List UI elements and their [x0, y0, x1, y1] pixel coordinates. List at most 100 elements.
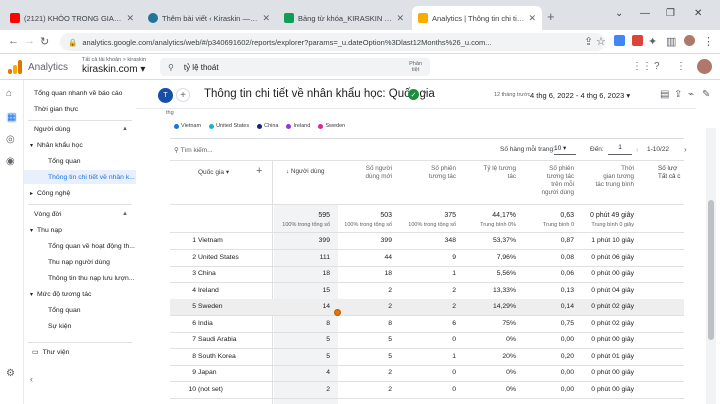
browser-tab-analytics[interactable]: Analytics | Thông tin chi tiết về n... ✕ [412, 6, 542, 30]
close-icon[interactable]: ✕ [396, 13, 404, 24]
help-icon[interactable]: ? [654, 61, 660, 72]
extension-icon[interactable] [614, 35, 625, 46]
next-page-icon[interactable]: › [684, 145, 687, 154]
goto-input[interactable]: 1 [608, 144, 632, 155]
apps-grid-icon[interactable]: ⋮⋮ [632, 61, 652, 72]
table-row[interactable]: 6 India 8 8 6 75% 0,75 0 phút 02 giây [170, 316, 684, 333]
profile-avatar[interactable] [684, 35, 695, 46]
column-header-sessions-per-user[interactable]: Số phiên tương tác trên mỗi người dùng [518, 165, 574, 197]
insights-icon[interactable]: ⌁ [688, 89, 694, 100]
reload-icon[interactable]: ↻ [40, 35, 49, 48]
column-header-engaged-sessions[interactable]: Số phiên tương tác [398, 165, 456, 181]
sidepanel-icon[interactable]: ▥ [666, 35, 676, 48]
sidebar-item-traffic-acquisition[interactable]: Thông tin thu nạp lưu lượn... [24, 271, 136, 285]
sidebar-item-user-acquisition[interactable]: Thu nạp người dùng [24, 255, 136, 269]
share-icon[interactable]: ⇪ [674, 89, 682, 100]
cell-country[interactable]: Saudi Arabia [198, 336, 288, 343]
sidebar-item-events[interactable]: Sự kiện [24, 319, 136, 333]
column-header-avg-engagement-time[interactable]: Thời gian tương tác trung bình [576, 165, 634, 189]
new-tab-button[interactable]: + [547, 9, 555, 24]
date-range-picker[interactable]: 4 thg 6, 2022 - 4 thg 6, 2023 ▾ [530, 91, 630, 100]
column-header-engagement-rate[interactable]: Tỷ lệ tương tác [458, 165, 517, 181]
table-row[interactable]: 2 United States 111 44 9 7,96% 0,08 0 phút 06 g… [170, 250, 684, 267]
reports-icon[interactable]: ▦ [6, 112, 18, 123]
close-icon[interactable]: ✕ [528, 13, 536, 24]
home-icon[interactable]: ⌂ [6, 88, 12, 99]
customize-report-icon[interactable]: ▤ [660, 89, 669, 100]
add-comparison-button[interactable]: + [176, 88, 190, 102]
add-dimension-button[interactable]: + [256, 165, 262, 177]
lock-icon[interactable]: 🔒 [68, 38, 77, 47]
cell-country[interactable]: Ireland [198, 287, 288, 294]
sidebar-item-engagement[interactable]: ▾ Mức độ tương tác [24, 287, 136, 301]
cell-country[interactable]: India [198, 320, 288, 327]
column-header-new-users[interactable]: Số người dùng mới [336, 165, 392, 181]
close-icon[interactable]: ✕ [262, 13, 270, 24]
close-icon[interactable]: ✕ [126, 13, 134, 24]
browser-tab-wordpress[interactable]: Thêm bài viết ‹ Kiraskin — WordP... ✕ [142, 6, 276, 30]
cell-country[interactable]: United States [198, 254, 288, 261]
table-row[interactable]: 8 South Korea 5 5 1 20% 0,20 0 phút 01 giây [170, 349, 684, 366]
edit-icon[interactable]: ✎ [702, 89, 710, 100]
rows-per-page-select[interactable]: 10 ▾ [554, 144, 576, 155]
sidebar-section-lifecycle[interactable]: Vòng đời ▲ [24, 207, 136, 221]
account-breadcrumb[interactable]: Tất cả tài khoản > kiraskin [82, 57, 146, 63]
table-row[interactable]: 1 Vietnam 399 399 348 53,37% 0,87 1 phút 10 giâ… [170, 233, 684, 250]
more-vert-icon[interactable]: ⋮ [676, 61, 686, 72]
table-row[interactable]: 9 Japan 4 2 0 0% 0,00 0 phút 00 giây [170, 365, 684, 382]
minimize-icon[interactable]: — [640, 8, 650, 19]
comparison-avatar[interactable]: T [158, 88, 173, 103]
maximize-icon[interactable]: ❐ [666, 8, 675, 19]
collapse-sidebar-icon[interactable]: ‹ [30, 374, 33, 384]
puzzle-icon[interactable]: ✦ [648, 35, 657, 48]
table-row[interactable]: 7 Saudi Arabia 5 5 0 0% 0,00 0 phút 00 giây [170, 332, 684, 349]
browser-tab-sheets[interactable]: Bảng từ khóa_KIRASKIN - Google... ✕ [278, 6, 410, 30]
bookmark-star-icon[interactable]: ☆ [596, 35, 606, 48]
cell-country[interactable]: South Korea [198, 353, 288, 360]
prev-page-icon[interactable]: ‹ [636, 145, 639, 154]
sidebar-item-library[interactable]: ▭ Thư viện [24, 345, 136, 359]
check-icon[interactable]: ✓ [408, 89, 419, 100]
table-row[interactable]: 4 Ireland 15 2 2 13,33% 0,13 0 phút 04 giây [170, 283, 684, 300]
browser-menu-icon[interactable]: ⋮ [703, 35, 714, 48]
advertising-icon[interactable]: ◉ [6, 156, 15, 167]
scrollbar-thumb[interactable] [708, 200, 714, 340]
sidebar-item-acquisition-overview[interactable]: Tổng quan về hoạt động th... [24, 239, 136, 253]
sidebar-item-tech[interactable]: ▸ Công nghệ [24, 186, 136, 200]
sidebar-section-users[interactable]: Người dùng ▲ [24, 122, 136, 136]
sidebar-item-engagement-overview[interactable]: Tổng quan [24, 303, 136, 317]
share-icon[interactable]: ⇪ [584, 35, 593, 48]
sidebar-item-overview[interactable]: Tổng quan [24, 154, 136, 168]
extension-icon[interactable] [632, 35, 643, 46]
chevron-down-icon[interactable]: ⌄ [615, 8, 623, 19]
cell-country[interactable]: Japan [198, 369, 288, 376]
cell-country[interactable]: China [198, 270, 288, 277]
property-selector[interactable]: kiraskin.com ▾ [82, 64, 145, 75]
avatar[interactable] [697, 59, 712, 74]
cell-country[interactable]: (not set) [198, 386, 288, 393]
column-header-event-count[interactable]: Số lượ Tất cả c [658, 165, 680, 181]
address-bar[interactable]: 🔒 analytics.google.com/analytics/web/#/p… [60, 33, 605, 51]
column-header-users[interactable]: ↓ Người dùng [286, 168, 324, 176]
table-row[interactable]: 3 China 18 18 1 5,56% 0,06 0 phút 00 giây [170, 266, 684, 283]
window-close-icon[interactable]: ✕ [694, 8, 702, 19]
sidebar-item-reports-snapshot[interactable]: Tổng quan nhanh về báo cáo [24, 86, 136, 100]
annotation-marker-icon[interactable] [334, 309, 341, 316]
sidebar-item-realtime[interactable]: Thời gian thực [24, 102, 136, 116]
back-icon[interactable]: ← [8, 35, 19, 47]
table-row[interactable]: 5 Sweden 14 2 2 14,29% 0,14 0 phút 02 giây [170, 299, 684, 316]
settings-gear-icon[interactable]: ⚙ [6, 368, 15, 379]
sidebar-item-acquisition[interactable]: ▾ Thu nạp [24, 223, 136, 237]
caret-down-icon[interactable]: ▾ [423, 89, 427, 97]
browser-tab-youtube[interactable]: (2121) KHÓO TRONG GIAO TIẾP... ✕ [4, 6, 140, 30]
table-row[interactable]: 10 (not set) 2 2 0 0% 0,00 0 phút 00 giây [170, 382, 684, 399]
sidebar-item-demographic-details[interactable]: Thông tin chi tiết về nhân k... [24, 170, 136, 184]
sidebar-item-demographics[interactable]: ▾ Nhân khẩu học [24, 138, 136, 152]
search-input[interactable]: ⚲ tỷ lệ thoát Phân tiệt [160, 58, 430, 76]
dimension-header[interactable]: Quốc gia ▾ [198, 168, 229, 176]
explore-icon[interactable]: ◎ [6, 134, 15, 145]
forward-icon[interactable]: → [24, 35, 35, 47]
cell-country[interactable]: Sweden [198, 303, 288, 310]
cell-country[interactable]: Vietnam [198, 237, 288, 244]
table-search-input[interactable]: ⚲ Tìm kiếm... [174, 146, 213, 154]
